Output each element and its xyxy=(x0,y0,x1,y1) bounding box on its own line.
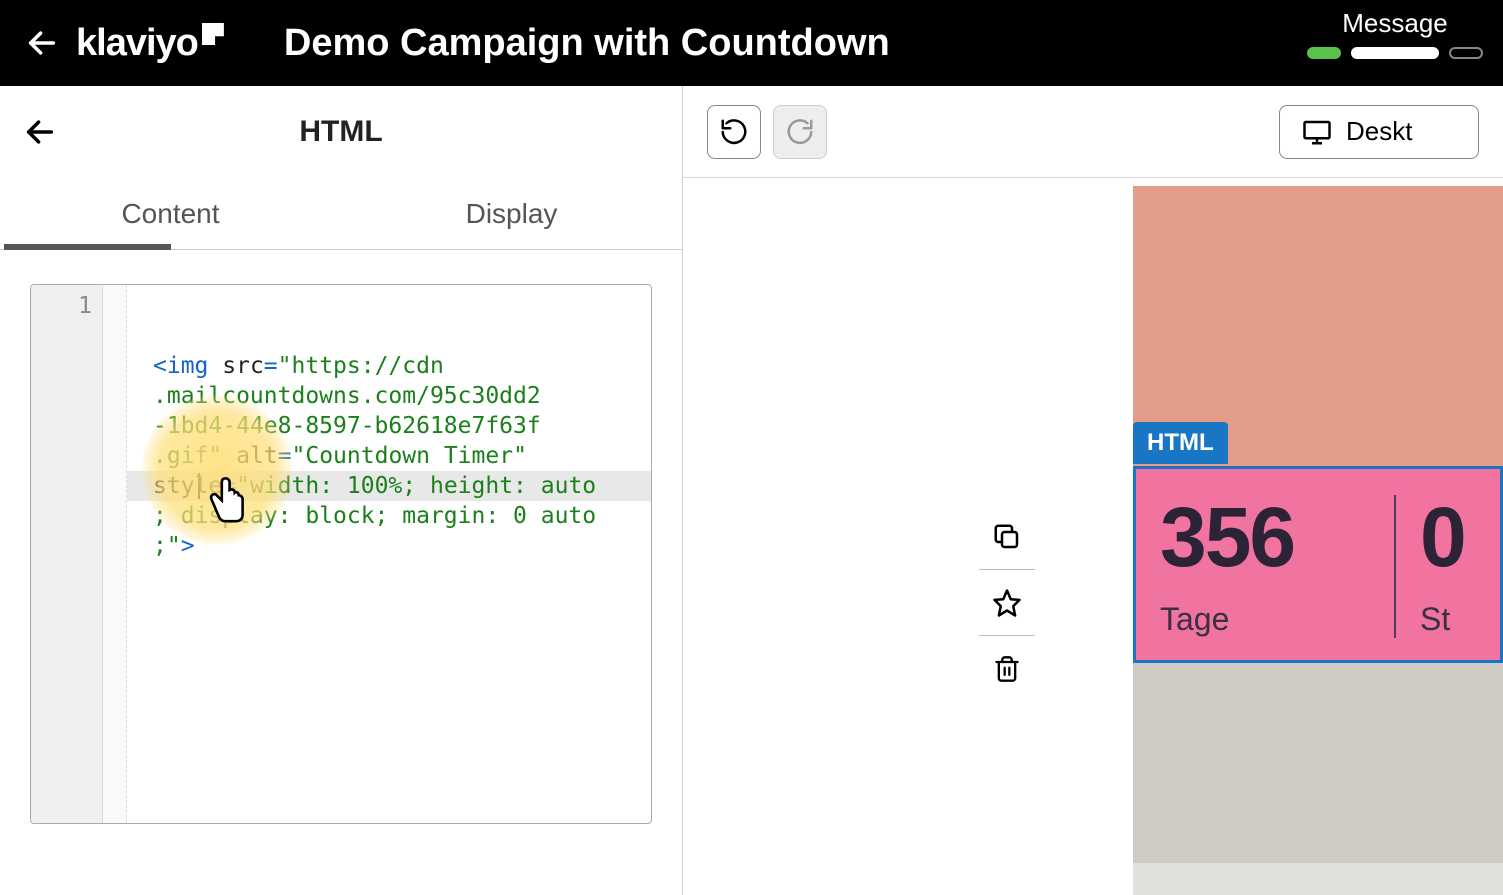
panel-back-button[interactable] xyxy=(20,112,60,152)
progress-pill-pending xyxy=(1449,47,1483,59)
copy-icon xyxy=(992,522,1022,552)
brand-logo: klaviyo xyxy=(76,22,224,65)
editor-panel: HTML Content Display 1 <img src="https:/… xyxy=(0,86,683,895)
countdown-timer: 356 Tage 0 St xyxy=(1133,466,1503,663)
block-action-rail xyxy=(979,504,1035,702)
desktop-icon xyxy=(1302,119,1332,145)
app-header: klaviyo Demo Campaign with Countdown Mes… xyxy=(0,0,1503,86)
header-back-button[interactable] xyxy=(20,21,64,65)
code-token: style xyxy=(153,473,222,499)
tab-display[interactable]: Display xyxy=(341,178,682,249)
editor-container: 1 <img src="https://cdn .mailcountdowns.… xyxy=(0,250,682,895)
header-step-indicator: Message xyxy=(1307,0,1503,59)
code-token: alt xyxy=(236,443,278,469)
preview-bottom-image[interactable] xyxy=(1133,663,1503,863)
trash-icon xyxy=(993,654,1021,684)
code-token: "width: 100%; height: auto xyxy=(236,473,596,499)
duplicate-button[interactable] xyxy=(979,504,1035,570)
redo-button xyxy=(773,105,827,159)
code-token: <img xyxy=(153,353,208,379)
editor-gutter: 1 xyxy=(31,285,103,823)
redo-icon xyxy=(785,117,815,147)
countdown-hours-value: 0 xyxy=(1420,495,1503,579)
main-split: HTML Content Display 1 <img src="https:/… xyxy=(0,86,1503,895)
arrow-left-icon xyxy=(23,115,57,149)
panel-tabs: Content Display xyxy=(0,178,682,250)
block-type-badge: HTML xyxy=(1133,422,1228,464)
line-number: 1 xyxy=(35,291,92,321)
code-token: -1bd4-44e8-8597-b62618e7f63f xyxy=(153,413,541,439)
html-block[interactable]: HTML 356 Tage 0 St xyxy=(1133,466,1503,663)
viewport-selector[interactable]: Deskt xyxy=(1279,105,1479,159)
countdown-hours-cell: 0 St xyxy=(1396,495,1503,638)
tab-content[interactable]: Content xyxy=(0,178,341,249)
code-token: .gif" xyxy=(153,443,222,469)
code-token: ;" xyxy=(153,533,181,559)
code-token: "Countdown Timer" xyxy=(292,443,527,469)
brand-text: klaviyo xyxy=(76,22,198,65)
code-token: src xyxy=(222,353,264,379)
text-caret xyxy=(198,473,200,499)
code-token: .mailcountdowns.com/95c30dd2 xyxy=(153,383,541,409)
code-token: > xyxy=(181,533,195,559)
editor-fold-column xyxy=(103,285,127,823)
undo-icon xyxy=(719,117,749,147)
countdown-days-value: 356 xyxy=(1160,495,1370,579)
viewport-label: Deskt xyxy=(1346,116,1412,147)
step-label: Message xyxy=(1307,8,1483,39)
preview-panel: Deskt HTML xyxy=(683,86,1503,895)
preview-toolbar: Deskt xyxy=(683,86,1503,178)
countdown-days-label: Tage xyxy=(1160,601,1370,638)
panel-header: HTML xyxy=(0,86,682,178)
arrow-left-icon xyxy=(25,26,59,60)
brand-flag-icon xyxy=(202,23,224,45)
progress-pill-current xyxy=(1351,47,1439,59)
email-preview: HTML 356 Tage 0 St xyxy=(1133,186,1503,895)
step-progress xyxy=(1307,47,1483,59)
undo-button[interactable] xyxy=(707,105,761,159)
editor-code-area[interactable]: <img src="https://cdn .mailcountdowns.co… xyxy=(127,285,651,823)
panel-title: HTML xyxy=(299,115,382,149)
star-icon xyxy=(992,588,1022,618)
code-token: "https://cdn xyxy=(278,353,444,379)
countdown-hours-label: St xyxy=(1420,601,1503,638)
countdown-days-cell: 356 Tage xyxy=(1136,495,1396,638)
preview-canvas: HTML 356 Tage 0 St xyxy=(683,178,1503,895)
html-code-editor[interactable]: 1 <img src="https://cdn .mailcountdowns.… xyxy=(30,284,652,824)
favorite-button[interactable] xyxy=(979,570,1035,636)
progress-pill-done xyxy=(1307,47,1341,59)
campaign-title: Demo Campaign with Countdown xyxy=(284,22,890,65)
delete-button[interactable] xyxy=(979,636,1035,702)
code-token: ; display: block; margin: 0 auto xyxy=(153,503,596,529)
